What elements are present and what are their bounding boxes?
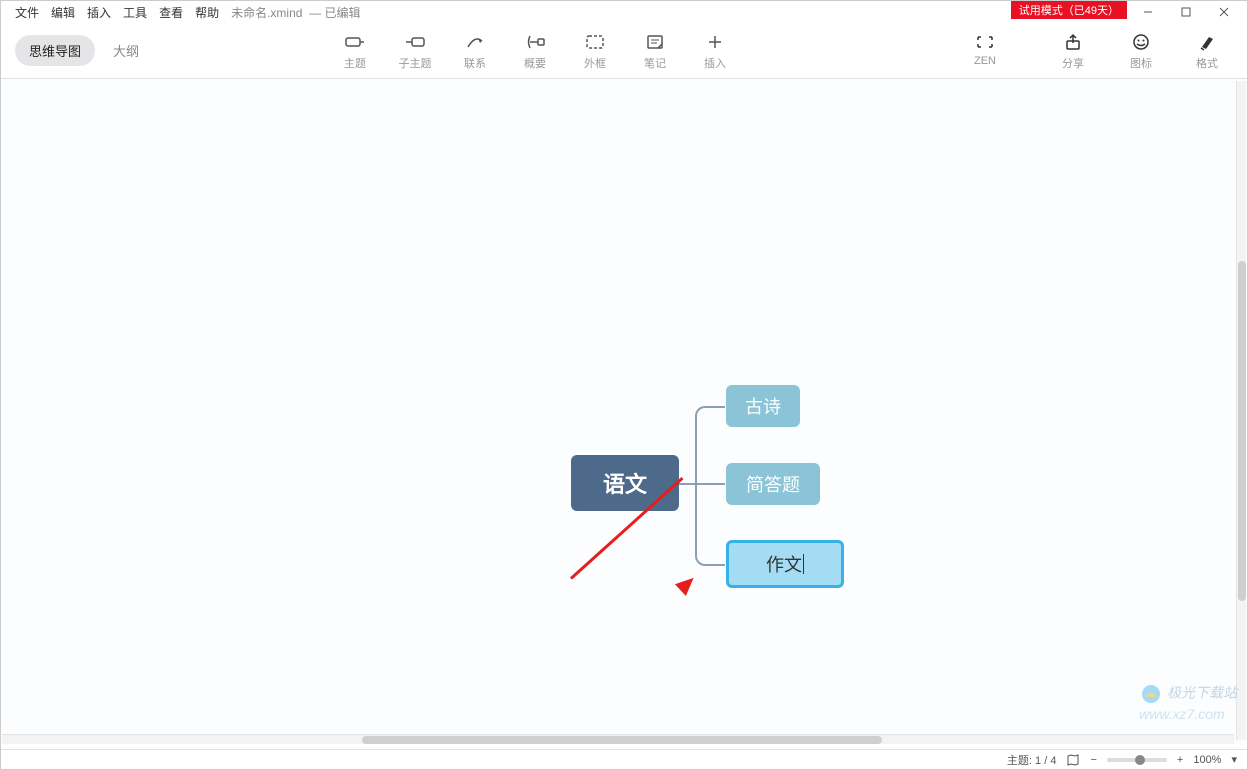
- menu-help[interactable]: 帮助: [189, 2, 225, 23]
- zoom-out-button[interactable]: −: [1090, 754, 1096, 766]
- mindmap-node[interactable]: 古诗: [726, 385, 800, 427]
- share-icon: [1062, 31, 1084, 53]
- window-controls: [1129, 1, 1243, 23]
- topic-icon: [344, 31, 366, 53]
- watermark: 极光下载站 www.xz7.com: [1139, 682, 1237, 722]
- tool-format-panel[interactable]: 格式: [1183, 31, 1231, 71]
- note-icon: [644, 31, 666, 53]
- canvas[interactable]: 语文 古诗 简答题 作文 极光下载站 www.xz7.com: [1, 79, 1247, 744]
- connector: [695, 554, 707, 566]
- minimize-button[interactable]: [1129, 1, 1167, 23]
- tool-topic[interactable]: 主题: [331, 31, 379, 71]
- tool-share[interactable]: 分享: [1049, 31, 1097, 71]
- tab-outline[interactable]: 大纲: [101, 35, 151, 66]
- relation-icon: [464, 31, 486, 53]
- connector: [695, 406, 707, 418]
- close-icon: [1218, 6, 1230, 18]
- zoom-dropdown-icon[interactable]: ▾: [1231, 753, 1237, 766]
- zoom-slider[interactable]: [1107, 758, 1167, 762]
- menu-file[interactable]: 文件: [9, 2, 45, 23]
- connector: [695, 418, 697, 554]
- scrollbar-thumb[interactable]: [1238, 261, 1246, 601]
- menu-tools[interactable]: 工具: [117, 2, 153, 23]
- scrollbar-thumb[interactable]: [362, 736, 882, 744]
- menu-bar: 文件 编辑 插入 工具 查看 帮助 未命名.xmind — 已编辑 试用模式（已…: [1, 1, 1247, 23]
- tool-subtopic[interactable]: 子主题: [391, 31, 439, 71]
- tab-mindmap[interactable]: 思维导图: [15, 35, 95, 66]
- menu-insert[interactable]: 插入: [81, 2, 117, 23]
- maximize-icon: [1180, 6, 1192, 18]
- status-topic-count: 主题: 1 / 4: [1007, 752, 1057, 768]
- status-bar: 主题: 1 / 4 − + 100% ▾: [1, 749, 1247, 769]
- tool-zen[interactable]: ZEN: [961, 31, 1009, 71]
- view-tabs: 思维导图 大纲: [15, 35, 151, 66]
- tool-group-main: 主题 子主题 联系 概要 外框 笔记 插入: [331, 31, 739, 71]
- subtopic-icon: [404, 31, 426, 53]
- smiley-icon: [1130, 31, 1152, 53]
- zoom-level[interactable]: 100%: [1193, 754, 1221, 766]
- tool-note[interactable]: 笔记: [631, 31, 679, 71]
- text-cursor: [803, 554, 804, 574]
- mindmap-node[interactable]: 简答题: [726, 463, 820, 505]
- connector: [707, 483, 725, 485]
- toolbar: 思维导图 大纲 主题 子主题 联系 概要 外框 笔记 插入: [1, 23, 1247, 79]
- tool-insert[interactable]: 插入: [691, 31, 739, 71]
- watermark-logo-icon: [1139, 682, 1163, 706]
- scrollbar-horizontal[interactable]: [2, 734, 1234, 744]
- maximize-button[interactable]: [1167, 1, 1205, 23]
- mindmap-node-editing[interactable]: 作文: [726, 540, 844, 588]
- trial-badge: 试用模式（已49天）: [1011, 1, 1127, 19]
- tool-relation[interactable]: 联系: [451, 31, 499, 71]
- boundary-icon: [584, 31, 606, 53]
- tool-group-far-right: 图标 格式: [1117, 31, 1231, 71]
- insert-icon: [704, 31, 726, 53]
- summary-icon: [524, 31, 546, 53]
- connector: [707, 406, 725, 408]
- format-icon: [1196, 31, 1218, 53]
- zen-icon: [974, 31, 996, 53]
- zoom-slider-thumb[interactable]: [1135, 755, 1145, 765]
- tool-summary[interactable]: 概要: [511, 31, 559, 71]
- mindmap-node-label: 作文: [766, 551, 802, 577]
- close-button[interactable]: [1205, 1, 1243, 23]
- tool-icon-panel[interactable]: 图标: [1117, 31, 1165, 71]
- scrollbar-vertical[interactable]: [1236, 81, 1246, 740]
- mindmap-root-node[interactable]: 语文: [571, 455, 679, 511]
- menu-view[interactable]: 查看: [153, 2, 189, 23]
- map-overview-icon[interactable]: [1066, 753, 1080, 767]
- connector: [707, 564, 725, 566]
- menu-edit[interactable]: 编辑: [45, 2, 81, 23]
- tool-group-right: ZEN 分享: [961, 31, 1097, 71]
- minimize-icon: [1142, 6, 1154, 18]
- annotation-arrow-head: [675, 572, 699, 596]
- document-title: 未命名.xmind — 已编辑: [231, 4, 360, 21]
- zoom-in-button[interactable]: +: [1177, 754, 1183, 766]
- tool-boundary[interactable]: 外框: [571, 31, 619, 71]
- connector: [679, 483, 709, 485]
